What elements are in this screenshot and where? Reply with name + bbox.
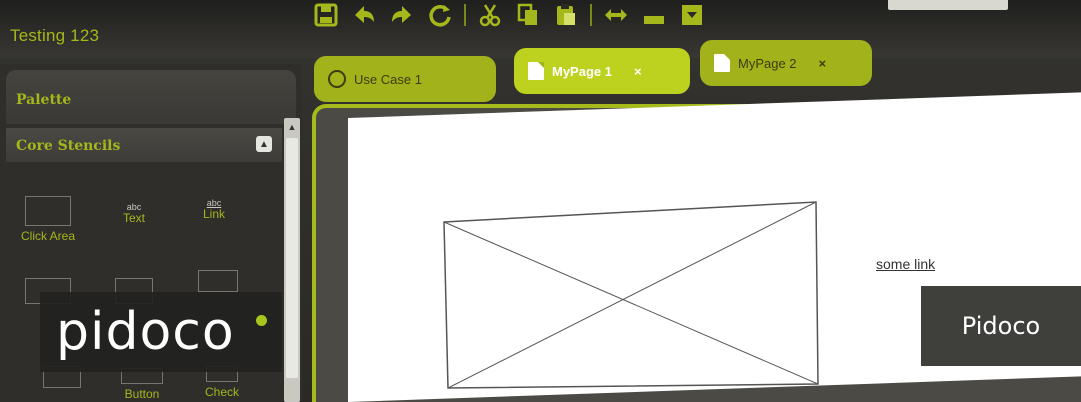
stencil-label: Text	[122, 211, 145, 225]
stencil-text[interactable]: abc Text	[102, 202, 166, 225]
app-window: Testing 123 Palette Core Stencils ▲ ▲ Cl…	[0, 0, 1081, 402]
core-stencils-title: Core Stencils	[16, 138, 121, 154]
stencil-label: Button	[124, 387, 160, 401]
page-icon	[528, 62, 544, 80]
undo-icon[interactable]	[350, 1, 378, 29]
toolbar-separator	[464, 4, 466, 26]
toolbar-separator	[590, 4, 592, 26]
tab-mypage-1[interactable]: MyPage 1 ×	[514, 48, 690, 94]
palette-title: Palette	[16, 92, 72, 108]
copy-icon[interactable]	[514, 1, 542, 29]
scrollbar-thumb[interactable]	[286, 138, 298, 378]
redo-icon[interactable]	[388, 1, 416, 29]
brand-badge-text: Pidoco	[961, 312, 1041, 340]
refresh-icon[interactable]	[426, 1, 454, 29]
minimize-icon[interactable]	[640, 1, 668, 29]
tab-mypage-2[interactable]: MyPage 2 ×	[700, 40, 872, 86]
toolbar-search-field[interactable]	[888, 0, 1008, 10]
use-case-icon	[328, 70, 346, 88]
tab-label: MyPage 1	[552, 63, 612, 79]
toolbar	[312, 0, 706, 30]
resize-icon[interactable]	[602, 1, 630, 29]
download-icon[interactable]	[678, 1, 706, 29]
logo-dot	[256, 315, 267, 326]
cut-icon[interactable]	[476, 1, 504, 29]
click-area-icon	[25, 196, 71, 226]
image-placeholder-wireframe[interactable]	[442, 200, 820, 390]
paste-icon[interactable]	[552, 1, 580, 29]
close-tab-icon[interactable]: ×	[819, 56, 827, 71]
brand-logo: pidoco	[56, 302, 235, 362]
stencil-label: Link	[202, 207, 225, 221]
project-title: Testing 123	[10, 26, 100, 45]
scroll-up-icon[interactable]: ▲	[285, 120, 299, 134]
save-icon[interactable]	[312, 1, 340, 29]
stencil-label: Check	[204, 385, 239, 399]
collapse-icon[interactable]: ▲	[256, 136, 272, 152]
stencil-button[interactable]: Button	[110, 368, 174, 401]
tab-use-case-1[interactable]: Use Case 1	[314, 56, 496, 102]
dropdown-icon	[198, 270, 238, 292]
tab-label: MyPage 2	[738, 55, 797, 71]
close-tab-icon[interactable]: ×	[634, 64, 642, 79]
wireframe-link[interactable]: some link	[876, 256, 935, 272]
stencil-link[interactable]: abc Link	[182, 198, 246, 221]
stencil-label: Click Area	[20, 229, 76, 243]
page-icon	[714, 54, 730, 72]
tab-label: Use Case 1	[354, 71, 422, 87]
brand-badge: Pidoco	[921, 286, 1081, 366]
stencil-click-area[interactable]: Click Area	[16, 196, 80, 243]
